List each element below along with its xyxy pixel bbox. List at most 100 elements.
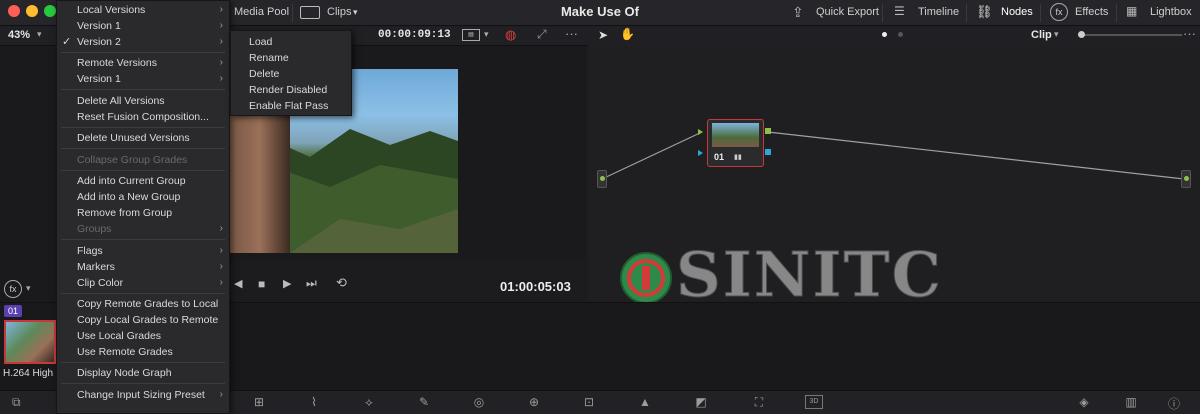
source-input-node[interactable]	[597, 170, 607, 188]
node-thumbnail	[712, 123, 759, 147]
menu-item-remote-version-1[interactable]: Version 1 ›	[57, 71, 229, 87]
menu-item-copy-remote-to-local[interactable]: Copy Remote Grades to Local	[57, 296, 229, 312]
lightbox-button[interactable]: Lightbox	[1150, 6, 1192, 18]
menu-item-clip-color[interactable]: Clip Color ›	[57, 275, 229, 291]
minimize-window-button[interactable]	[26, 5, 38, 17]
quick-export-icon: ⇪	[792, 4, 804, 20]
node-key-input[interactable]	[698, 150, 703, 156]
warper-icon[interactable]: ⟡	[360, 395, 378, 409]
wipe-mode-icon[interactable]: ▤	[462, 29, 480, 41]
3d-icon[interactable]: 3D	[805, 395, 823, 409]
menu-item-remove-from-group[interactable]: Remove from Group	[57, 205, 229, 221]
quick-export-button[interactable]: Quick Export	[816, 6, 879, 18]
menu-item-delete-all-versions[interactable]: Delete All Versions	[57, 93, 229, 109]
window-icon[interactable]: ◎	[470, 395, 488, 409]
stop-icon[interactable]: ■	[258, 277, 265, 291]
nodes-button[interactable]: Nodes	[1001, 6, 1033, 18]
node-rgb-input[interactable]	[698, 129, 703, 135]
node-key-output[interactable]	[765, 149, 771, 155]
submenu-item-load[interactable]: Load	[231, 34, 351, 50]
keyframes-icon[interactable]: ◈	[1075, 395, 1093, 409]
sizing-icon[interactable]: ⛶	[750, 395, 768, 409]
tracker-icon[interactable]: ⊕	[525, 395, 543, 409]
menu-item-add-into-current-group[interactable]: Add into Current Group	[57, 173, 229, 189]
page-dot-active[interactable]	[882, 32, 887, 37]
menu-item-label: Groups	[77, 223, 112, 235]
menu-item-label: Remote Versions	[77, 57, 157, 69]
node-mode-select[interactable]: Clip	[1031, 29, 1052, 41]
close-window-button[interactable]	[8, 5, 20, 17]
magic-mask-icon[interactable]: ⊡	[580, 395, 598, 409]
node-rgb-output[interactable]	[765, 128, 771, 134]
menu-item-local-version-1[interactable]: Version 1 ›	[57, 18, 229, 34]
version-submenu: Load Rename Delete Render Disabled Enabl…	[230, 30, 352, 116]
play-icon[interactable]: ▶	[283, 277, 291, 290]
node-editor-toolbar: ➤ ✋ Clip ▾ ···	[588, 26, 1200, 46]
timeline-button[interactable]: Timeline	[918, 6, 959, 18]
menu-item-label: Reset Fusion Composition...	[77, 111, 209, 123]
nodes-icon: ⛓	[976, 4, 993, 19]
menu-item-reset-fusion[interactable]: Reset Fusion Composition...	[57, 109, 229, 125]
qualifier-icon[interactable]: ✎	[415, 395, 433, 409]
menu-item-use-local-grades[interactable]: Use Local Grades	[57, 328, 229, 344]
media-pool-button[interactable]: Media Pool	[234, 6, 289, 18]
menu-item-delete-unused-versions[interactable]: Delete Unused Versions	[57, 130, 229, 146]
menu-item-label: Version 1	[77, 20, 121, 32]
more-options-icon[interactable]: ···	[565, 26, 578, 41]
next-clip-icon[interactable]: ⏭	[306, 276, 317, 291]
menu-item-markers[interactable]: Markers ›	[57, 259, 229, 275]
more-options-icon[interactable]: ···	[1183, 26, 1196, 41]
output-node[interactable]	[1181, 170, 1191, 188]
fx-icon[interactable]: fx	[4, 280, 22, 298]
menu-item-label: Change Input Sizing Preset	[77, 389, 205, 401]
fullscreen-icon[interactable]: ⤢	[537, 27, 547, 42]
prev-frame-icon[interactable]: ◀	[234, 277, 242, 290]
pointer-icon[interactable]: ➤	[598, 28, 608, 42]
menu-item-label: Local Versions	[77, 4, 146, 16]
curves-icon[interactable]: ⌇	[305, 395, 323, 409]
submenu-item-delete[interactable]: Delete	[231, 66, 351, 82]
menu-item-label: Copy Remote Grades to Local	[77, 298, 219, 310]
menu-item-label: Clip Color	[77, 277, 124, 289]
watermark-text: SINITC	[676, 238, 943, 311]
corrector-node[interactable]: 01 ▮▮	[707, 119, 764, 167]
submenu-item-rename[interactable]: Rename	[231, 50, 351, 66]
menu-item-remote-versions[interactable]: Remote Versions ›	[57, 55, 229, 71]
submenu-item-enable-flat-pass[interactable]: Enable Flat Pass	[231, 98, 351, 114]
chevron-right-icon: ›	[219, 277, 223, 288]
info-icon[interactable]: ⓘ	[1165, 395, 1183, 411]
menu-item-use-remote-grades[interactable]: Use Remote Grades	[57, 344, 229, 360]
record-timecode: 01:00:05:03	[500, 279, 571, 294]
zoom-window-button[interactable]	[44, 5, 56, 17]
hand-icon[interactable]: ✋	[620, 27, 635, 41]
clips-button[interactable]: Clips	[327, 6, 351, 18]
source-timecode: 00:00:09:13	[378, 29, 451, 41]
color-wheels-icon[interactable]: ⊞	[250, 395, 268, 409]
menu-item-display-node-graph[interactable]: Display Node Graph	[57, 365, 229, 381]
menu-item-local-version-2[interactable]: ✓ Version 2 ›	[57, 34, 229, 50]
slider-handle[interactable]	[1078, 31, 1085, 38]
menu-item-label: Use Remote Grades	[77, 346, 173, 358]
menu-item-local-versions[interactable]: Local Versions ›	[57, 2, 229, 18]
menu-item-flags[interactable]: Flags ›	[57, 243, 229, 259]
key-icon[interactable]: ◩	[692, 395, 710, 409]
highlight-icon[interactable]: ◍	[505, 27, 516, 43]
clip-thumbnail[interactable]	[4, 320, 56, 364]
loop-icon[interactable]: ⟲	[336, 275, 347, 291]
node-label: 01	[714, 152, 725, 162]
menu-item-add-into-new-group[interactable]: Add into a New Group	[57, 189, 229, 205]
menu-item-label: Use Local Grades	[77, 330, 162, 342]
menu-item-change-input-sizing-preset[interactable]: Change Input Sizing Preset ›	[57, 387, 229, 403]
zoom-level[interactable]: 43%	[8, 29, 30, 41]
menu-item-copy-local-to-remote[interactable]: Copy Local Grades to Remote	[57, 312, 229, 328]
blur-icon[interactable]: ▲	[636, 395, 654, 409]
node-zoom-slider[interactable]	[1078, 34, 1182, 36]
menu-item-label: Display Node Graph	[77, 367, 172, 379]
effects-button[interactable]: Effects	[1075, 6, 1108, 18]
submenu-item-render-disabled[interactable]: Render Disabled	[231, 82, 351, 98]
chevron-right-icon: ›	[219, 389, 223, 400]
camera-raw-icon[interactable]: ⧉	[12, 395, 21, 410]
clip-number-badge: 01	[4, 305, 22, 317]
scopes-icon[interactable]: ▥	[1122, 395, 1140, 409]
page-dot[interactable]	[898, 32, 903, 37]
